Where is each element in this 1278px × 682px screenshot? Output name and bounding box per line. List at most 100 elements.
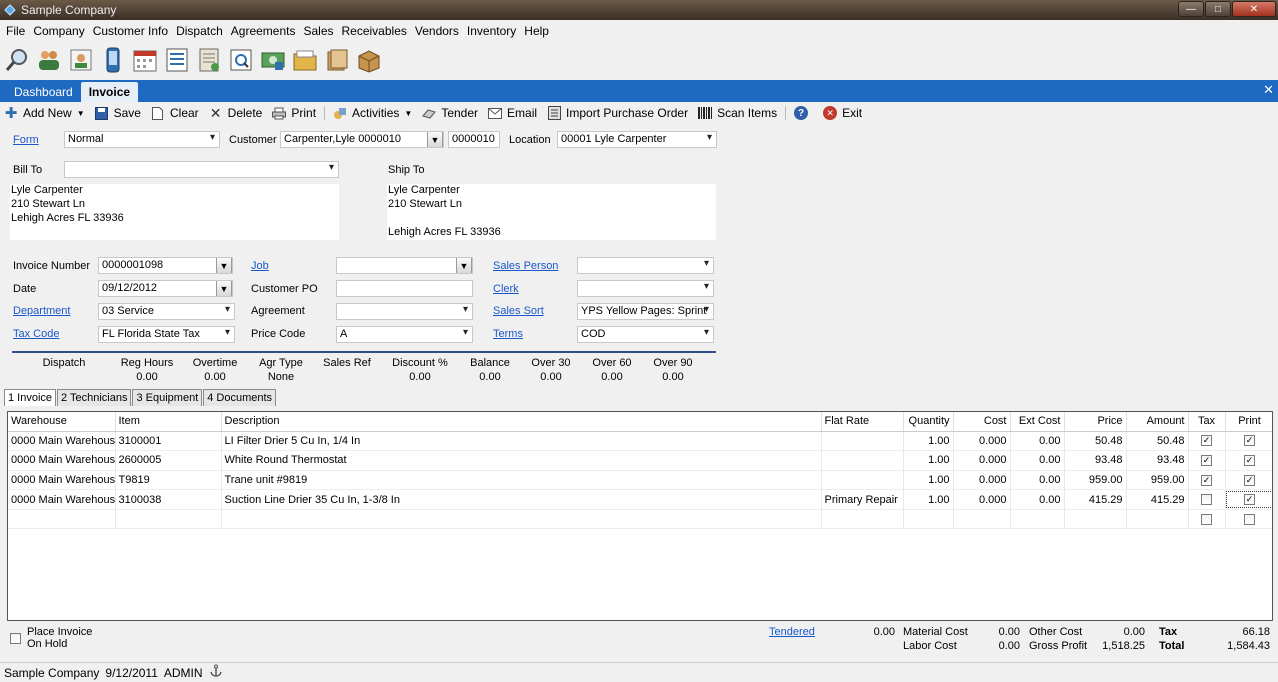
job-field[interactable]: ▼ <box>336 257 473 274</box>
menu-help[interactable]: Help <box>520 24 553 38</box>
cell-flat-rate[interactable]: Primary Repair <box>821 489 904 510</box>
col-cost[interactable]: Cost <box>953 412 1011 432</box>
cell-description[interactable]: Suction Line Drier 35 Cu In, 1-3/8 In <box>221 489 822 510</box>
cell-warehouse[interactable] <box>8 509 116 530</box>
print-button[interactable]: Print <box>272 106 316 120</box>
cell-quantity[interactable]: 1.00 <box>903 450 954 471</box>
scan-items-button[interactable]: Scan Items <box>698 106 777 120</box>
date-field[interactable]: 09/12/2012 ▼ <box>98 280 233 297</box>
cell-ext-cost[interactable]: 0.00 <box>1010 470 1065 491</box>
col-tax[interactable]: Tax <box>1188 412 1226 432</box>
customer-icon[interactable] <box>67 46 95 74</box>
customer-id-field[interactable]: 0000010 <box>448 131 500 148</box>
sales-person-select[interactable] <box>577 257 714 274</box>
import-purchase-order-button[interactable]: Import Purchase Order <box>547 106 688 120</box>
tab-equipment[interactable]: 3 Equipment <box>132 389 203 406</box>
cell-ext-cost[interactable]: 0.00 <box>1010 431 1065 452</box>
cell-quantity[interactable]: 1.00 <box>903 431 954 452</box>
menu-agreements[interactable]: Agreements <box>227 24 300 38</box>
table-row[interactable]: 0000 Main Warehouse 3100001 LI Filter Dr… <box>8 431 1272 452</box>
schedule-icon[interactable] <box>163 46 191 74</box>
agreement-select[interactable] <box>336 303 473 320</box>
cell-quantity[interactable]: 1.00 <box>903 470 954 491</box>
cell-item[interactable]: T9819 <box>115 470 222 491</box>
tax-checkbox[interactable] <box>1201 494 1212 506</box>
terms-link[interactable]: Terms <box>493 328 523 340</box>
menu-receivables[interactable]: Receivables <box>338 24 411 38</box>
job-link[interactable]: Job <box>251 260 269 272</box>
location-select[interactable]: 00001 Lyle Carpenter <box>557 131 717 148</box>
sales-sort-link[interactable]: Sales Sort <box>493 305 544 317</box>
money-icon[interactable] <box>259 46 287 74</box>
cell-description[interactable]: Trane unit #9819 <box>221 470 822 491</box>
chevron-down-icon[interactable]: ▼ <box>427 132 443 147</box>
tab-technicians[interactable]: 2 Technicians <box>57 389 132 406</box>
tax-code-select[interactable]: FL Florida State Tax <box>98 326 235 343</box>
customer-select[interactable]: Carpenter,Lyle 0000010 ▼ <box>280 131 444 148</box>
col-amount[interactable]: Amount <box>1126 412 1189 432</box>
calendar-icon[interactable] <box>131 46 159 74</box>
help-button[interactable]: ? <box>794 106 813 120</box>
sales-sort-select[interactable]: YPS Yellow Pages: Sprint <box>577 303 714 320</box>
cell-description[interactable] <box>221 509 822 530</box>
add-new-button[interactable]: ✚ Add New ▼ <box>4 105 85 122</box>
cell-price[interactable] <box>1064 509 1127 530</box>
cell-quantity[interactable]: 1.00 <box>903 489 954 510</box>
cell-flat-rate[interactable] <box>821 431 904 452</box>
print-checkbox[interactable]: ✓ <box>1244 474 1255 486</box>
menu-customer-info[interactable]: Customer Info <box>89 24 172 38</box>
files-icon[interactable] <box>323 46 351 74</box>
cell-price[interactable]: 50.48 <box>1064 431 1127 452</box>
cell-cost[interactable]: 0.000 <box>953 431 1011 452</box>
cell-flat-rate[interactable] <box>821 509 904 530</box>
cell-description[interactable]: White Round Thermostat <box>221 450 822 471</box>
bill-to-select[interactable] <box>64 161 339 178</box>
cell-cost[interactable]: 0.000 <box>953 489 1011 510</box>
cell-item[interactable]: 3100001 <box>115 431 222 452</box>
people-icon[interactable] <box>35 46 63 74</box>
minimize-button[interactable]: — <box>1178 1 1204 17</box>
maximize-button[interactable]: □ <box>1205 1 1231 17</box>
search-icon[interactable] <box>3 46 31 74</box>
report-icon[interactable] <box>227 46 255 74</box>
department-select[interactable]: 03 Service <box>98 303 235 320</box>
tendered-link[interactable]: Tendered <box>769 626 815 638</box>
cell-warehouse[interactable]: 0000 Main Warehouse <box>8 489 116 510</box>
inventory-icon[interactable] <box>355 46 383 74</box>
cell-warehouse[interactable]: 0000 Main Warehouse <box>8 470 116 491</box>
col-price[interactable]: Price <box>1064 412 1127 432</box>
tender-button[interactable]: Tender <box>422 106 478 120</box>
print-checkbox[interactable] <box>1244 513 1255 525</box>
cell-cost[interactable]: 0.000 <box>953 470 1011 491</box>
tax-checkbox[interactable]: ✓ <box>1201 454 1212 466</box>
cell-price[interactable]: 93.48 <box>1064 450 1127 471</box>
cell-ext-cost[interactable] <box>1010 509 1065 530</box>
table-row[interactable]: 0000 Main Warehouse 2600005 White Round … <box>8 450 1272 471</box>
clerk-link[interactable]: Clerk <box>493 283 519 295</box>
place-on-hold-checkbox[interactable] <box>10 633 21 644</box>
close-tab-icon[interactable]: ✕ <box>1263 82 1274 98</box>
col-print[interactable]: Print <box>1225 412 1272 432</box>
ledger-icon[interactable] <box>195 46 223 74</box>
tax-checkbox[interactable]: ✓ <box>1201 474 1212 486</box>
print-checkbox[interactable]: ✓ <box>1244 454 1255 466</box>
save-button[interactable]: Save <box>95 106 141 120</box>
table-row[interactable]: 0000 Main Warehouse 3100038 Suction Line… <box>8 489 1272 510</box>
chevron-down-icon[interactable]: ▼ <box>77 109 85 118</box>
chevron-down-icon[interactable]: ▼ <box>216 281 232 296</box>
cell-warehouse[interactable]: 0000 Main Warehouse <box>8 431 116 452</box>
sales-person-link[interactable]: Sales Person <box>493 260 558 272</box>
col-flat-rate[interactable]: Flat Rate <box>821 412 904 432</box>
chevron-down-icon[interactable]: ▼ <box>216 258 232 273</box>
col-warehouse[interactable]: Warehouse <box>8 412 116 432</box>
tab-dashboard[interactable]: Dashboard <box>6 82 81 102</box>
department-link[interactable]: Department <box>13 305 70 317</box>
table-row-new[interactable] <box>8 509 1272 530</box>
col-quantity[interactable]: Quantity <box>903 412 954 432</box>
col-ext-cost[interactable]: Ext Cost <box>1010 412 1065 432</box>
table-row[interactable]: 0000 Main Warehouse T9819 Trane unit #98… <box>8 470 1272 491</box>
cell-cost[interactable] <box>953 509 1011 530</box>
cell-amount[interactable]: 959.00 <box>1126 470 1189 491</box>
menu-file[interactable]: File <box>2 24 29 38</box>
cell-cost[interactable]: 0.000 <box>953 450 1011 471</box>
